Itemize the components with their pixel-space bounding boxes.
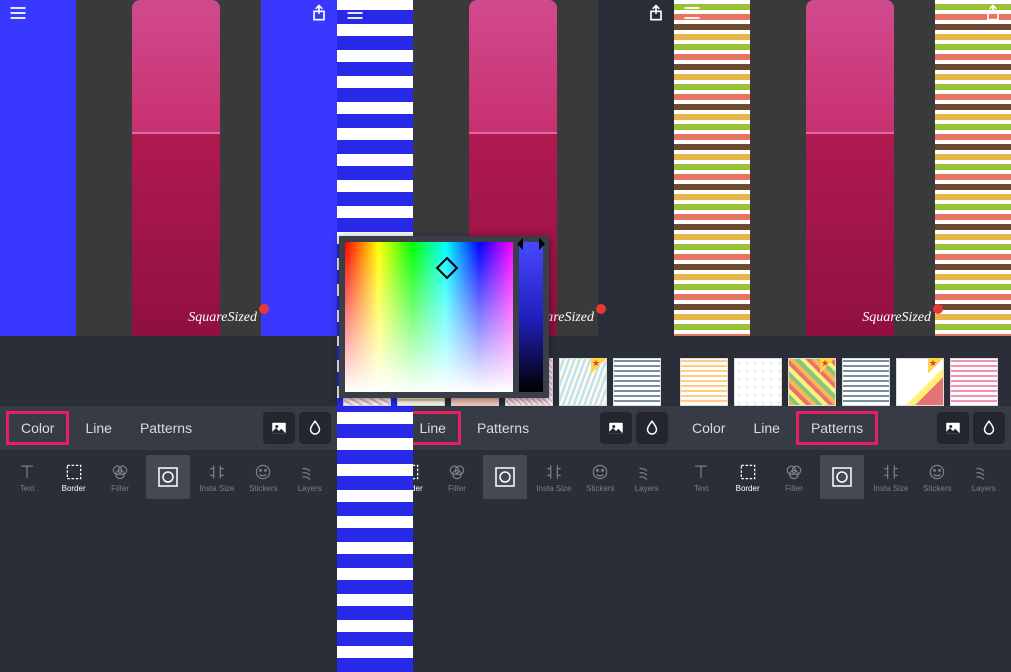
color-picker[interactable] [339, 236, 549, 398]
tool-border[interactable]: Border [54, 462, 94, 493]
tool-stickers[interactable]: Stickers [580, 462, 620, 493]
pattern-swatch[interactable] [559, 358, 607, 406]
tool-instasize[interactable]: Insta Size [197, 462, 237, 493]
tool-layers[interactable]: Layers [627, 462, 667, 493]
pattern-swatch[interactable] [842, 358, 890, 406]
pattern-swatch[interactable] [788, 358, 836, 406]
hue-slider[interactable] [519, 242, 543, 392]
pattern-row [674, 358, 1011, 406]
menu-icon[interactable] [345, 3, 365, 28]
pattern-swatch[interactable] [680, 358, 728, 406]
menu-icon[interactable] [682, 3, 702, 28]
tool-filter[interactable]: Filter [100, 462, 140, 493]
toolbar: Text Border Filter Insta Size Stickers L… [674, 450, 1011, 504]
pattern-swatch[interactable] [950, 358, 998, 406]
tool-filter[interactable]: Filter [437, 462, 477, 493]
pattern-swatch[interactable] [896, 358, 944, 406]
share-icon[interactable] [646, 3, 666, 28]
tool-compose[interactable] [820, 455, 864, 499]
image-icon[interactable] [600, 412, 632, 444]
left-border [0, 0, 76, 336]
watermark: SquareSized [188, 310, 257, 326]
tool-layers[interactable]: Layers [290, 462, 330, 493]
blur-icon[interactable] [636, 412, 668, 444]
tool-text[interactable]: Text [681, 462, 721, 493]
border-tabs: Color Line Patterns [0, 406, 337, 450]
tab-line[interactable]: Line [73, 414, 123, 442]
canvas[interactable]: SquareSized [674, 0, 1011, 336]
canvas[interactable]: SquareSized [0, 0, 337, 336]
screen-color: SquareSized Color Line Patterns Text Bor… [0, 0, 337, 600]
tab-color[interactable]: Color [6, 411, 69, 445]
image-icon[interactable] [263, 412, 295, 444]
right-border [935, 0, 1011, 336]
tab-patterns[interactable]: Patterns [796, 411, 878, 445]
tool-instasize[interactable]: Insta Size [534, 462, 574, 493]
photo [750, 0, 935, 336]
share-icon[interactable] [983, 3, 1003, 28]
tab-color[interactable]: Color [680, 414, 737, 442]
pattern-swatch[interactable] [734, 358, 782, 406]
tab-line[interactable]: Line [741, 414, 791, 442]
tool-compose[interactable] [483, 455, 527, 499]
tab-patterns[interactable]: Patterns [465, 414, 541, 442]
tool-instasize[interactable]: Insta Size [871, 462, 911, 493]
tool-filter[interactable]: Filter [774, 462, 814, 493]
tool-layers[interactable]: Layers [964, 462, 1004, 493]
border-tabs: Color Line Patterns [674, 406, 1011, 450]
tool-compose[interactable] [146, 455, 190, 499]
tool-stickers[interactable]: Stickers [917, 462, 957, 493]
watermark: SquareSized [862, 310, 931, 326]
blur-icon[interactable] [299, 412, 331, 444]
photo [76, 0, 261, 336]
screen-patterns: SquareSized Color Line Patterns Text Bor… [674, 0, 1011, 600]
spectrum[interactable] [345, 242, 513, 392]
right-border [261, 0, 337, 336]
toolbar: Text Border Filter Insta Size Stickers L… [0, 450, 337, 504]
left-border [674, 0, 750, 336]
blur-icon[interactable] [973, 412, 1005, 444]
tool-stickers[interactable]: Stickers [243, 462, 283, 493]
screen-line: SquareSized Color Line Patterns Text Bor… [337, 0, 674, 600]
tool-text[interactable]: Text [7, 462, 47, 493]
pattern-swatch[interactable] [613, 358, 661, 406]
share-icon[interactable] [309, 3, 329, 28]
tool-border[interactable]: Border [728, 462, 768, 493]
image-icon[interactable] [937, 412, 969, 444]
tab-patterns[interactable]: Patterns [128, 414, 204, 442]
menu-icon[interactable] [8, 3, 28, 28]
